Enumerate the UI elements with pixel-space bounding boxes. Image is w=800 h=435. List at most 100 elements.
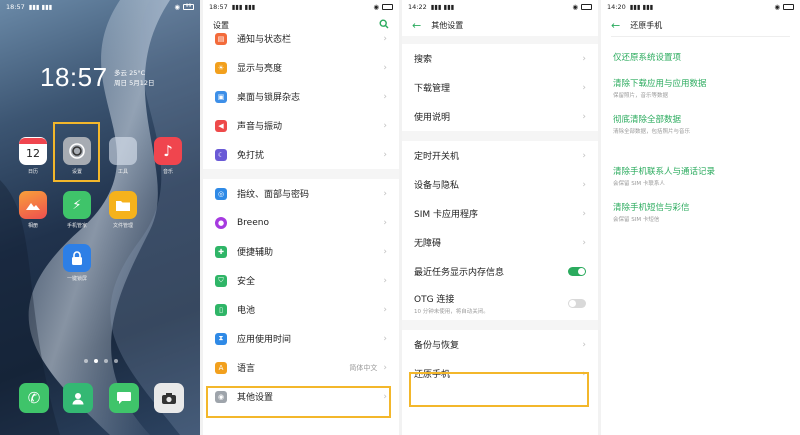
settings-row-sound[interactable]: ◀ 声音与振动 ›	[203, 111, 399, 140]
page-dot	[114, 359, 118, 363]
app-screen-lock[interactable]: 一键锁屏	[62, 244, 92, 282]
row-label: SIM 卡应用程序	[414, 210, 478, 220]
app-calendar[interactable]: 12 日历	[18, 137, 48, 175]
battery-indicator	[581, 4, 592, 10]
chevron-right-icon: ›	[383, 333, 387, 344]
signal-icon: ▮▮▮ ▮▮▮	[231, 3, 256, 11]
dock-phone[interactable]: ✆	[19, 383, 49, 413]
row-label: 最近任务显示内存信息	[414, 268, 505, 278]
page-indicator[interactable]	[84, 359, 118, 363]
row-label: 备份与恢复	[414, 341, 460, 351]
row-sim-apps[interactable]: SIM 卡应用程序 ›	[402, 199, 598, 228]
otg-toggle[interactable]	[568, 298, 586, 308]
app-photos[interactable]: 相册	[18, 191, 48, 229]
row-device-privacy[interactable]: 设备与隐私 ›	[402, 170, 598, 199]
page-dot-active	[94, 359, 98, 363]
section-divider	[402, 320, 598, 330]
app-tools-folder[interactable]: 工具	[108, 137, 138, 175]
row-reset-phone[interactable]: 还原手机 ›	[402, 359, 598, 388]
option-sub: 保留照片，音乐等数据	[613, 93, 669, 99]
wifi-icon: ◉	[774, 3, 780, 11]
status-time: 14:20	[607, 3, 626, 11]
settings-row-other[interactable]: ◉ 其他设置 ›	[203, 382, 399, 411]
settings-row-fingerprint[interactable]: ◎ 指纹、面部与密码 ›	[203, 179, 399, 208]
app-label: 日历	[27, 169, 38, 175]
signal-icon: ▮▮▮ ▮▮▮	[430, 3, 455, 11]
app-phone-manager[interactable]: ⚡ 手机管家	[62, 191, 92, 229]
row-label: 其他设置	[237, 393, 274, 403]
settings-row-breeno[interactable]: ● Breeno ›	[203, 208, 399, 237]
row-label: 电池	[237, 306, 256, 316]
row-scheduled-power[interactable]: 定时开关机 ›	[402, 141, 598, 170]
option-clear-contacts[interactable]: 清除手机联系人与通话记录 会保留 SIM 卡联系人	[601, 165, 800, 187]
option-title: 彻底清除全部数据	[613, 115, 682, 125]
option-sub: 清除全部数据，包括照片与音乐	[613, 129, 691, 135]
option-title: 清除下载应用与应用数据	[613, 79, 707, 89]
row-accessibility[interactable]: 无障碍 ›	[402, 228, 598, 257]
weather-widget[interactable]: 多云 25°C 周日 5月12日	[114, 68, 154, 88]
settings-row-wallpaper[interactable]: ▣ 桌面与锁屏杂志 ›	[203, 82, 399, 111]
status-time: 14:22	[408, 3, 427, 11]
chevron-right-icon: ›	[383, 391, 387, 402]
lock-icon	[63, 244, 91, 272]
chevron-right-icon: ›	[383, 246, 387, 257]
page-title: 还原手机	[630, 20, 663, 30]
dock-messages[interactable]	[109, 383, 139, 413]
settings-row-security[interactable]: ⛉ 安全 ›	[203, 266, 399, 295]
signal-icon: ▮▮▮ ▮▮▮	[28, 3, 53, 11]
clock-widget[interactable]: 18:57	[40, 62, 108, 93]
row-label: OTG 连接	[414, 294, 455, 305]
settings-row-dnd[interactable]: ☾ 免打扰 ›	[203, 140, 399, 169]
wifi-icon: ◉	[572, 3, 578, 11]
settings-row-battery[interactable]: ▯ 电池 ›	[203, 295, 399, 324]
app-label: 工具	[117, 169, 128, 175]
settings-row-language[interactable]: A 语言 简体中文 ›	[203, 353, 399, 382]
row-label: 通知与状态栏	[237, 35, 292, 45]
row-sublabel: 10 分钟未使用，将自动关闭。	[414, 308, 489, 315]
status-bar: 14:22 ▮▮▮ ▮▮▮ ◉	[402, 0, 598, 14]
chevron-right-icon: ›	[582, 237, 586, 248]
chevron-right-icon: ›	[383, 149, 387, 160]
row-backup-restore[interactable]: 备份与恢复 ›	[402, 330, 598, 359]
chevron-right-icon: ›	[582, 339, 586, 350]
option-clear-apps[interactable]: 清除下载应用与应用数据 保留照片，音乐等数据	[601, 77, 800, 99]
dock-camera[interactable]	[154, 383, 184, 413]
recent-tasks-toggle[interactable]	[568, 267, 586, 276]
settings-row-app-usage[interactable]: ⧗ 应用使用时间 ›	[203, 324, 399, 353]
row-search[interactable]: 搜索 ›	[402, 44, 598, 73]
row-label: 使用说明	[414, 113, 451, 123]
app-file-manager[interactable]: 文件管理	[108, 191, 138, 229]
row-label: 指纹、面部与密码	[237, 190, 310, 200]
row-user-guide[interactable]: 使用说明 ›	[402, 102, 598, 131]
settings-list-2: ◎ 指纹、面部与密码 › ● Breeno › ✚ 便捷辅助 › ⛉ 安全 › ▯ 电池 › ⧗ 应用…	[203, 179, 399, 411]
chevron-right-icon: ›	[582, 82, 586, 93]
chevron-right-icon: ›	[383, 33, 387, 44]
chevron-right-icon: ›	[383, 275, 387, 286]
back-arrow-icon[interactable]: ←	[611, 20, 620, 31]
option-reset-settings[interactable]: 仅还原系统设置项	[601, 51, 800, 63]
battery-indicator: 99	[183, 4, 194, 10]
back-arrow-icon[interactable]: ←	[412, 20, 421, 31]
music-icon: ♪	[154, 137, 182, 165]
assist-icon: ✚	[215, 245, 227, 258]
row-download-manager[interactable]: 下载管理 ›	[402, 73, 598, 102]
fingerprint-icon: ◎	[215, 187, 227, 200]
option-clear-messages[interactable]: 清除手机短信与彩信 会保留 SIM 卡短信	[601, 201, 800, 223]
section-divider	[601, 135, 800, 155]
chevron-right-icon: ›	[582, 368, 586, 379]
chevron-right-icon: ›	[582, 111, 586, 122]
dock-contacts[interactable]	[63, 383, 93, 413]
settings-row-assist[interactable]: ✚ 便捷辅助 ›	[203, 237, 399, 266]
photos-icon	[19, 191, 47, 219]
battery-indicator	[382, 4, 393, 10]
option-erase-all[interactable]: 彻底清除全部数据 清除全部数据，包括照片与音乐	[601, 113, 800, 135]
status-time: 18:57	[6, 3, 25, 11]
row-recent-tasks-memory[interactable]: 最近任务显示内存信息	[402, 257, 598, 286]
home-screen: 18:57 ▮▮▮ ▮▮▮ ◉ 99 18:57 多云 25°C 周日 5月12日 …	[0, 0, 200, 435]
settings-row-notifications[interactable]: ▤ 通知与状态栏 ›	[203, 24, 399, 53]
app-music[interactable]: ♪ 音乐	[153, 137, 183, 175]
settings-row-display[interactable]: ☀ 显示与亮度 ›	[203, 53, 399, 82]
row-otg[interactable]: OTG 连接 10 分钟未使用，将自动关闭。	[402, 286, 598, 320]
chevron-right-icon: ›	[383, 217, 387, 228]
wifi-icon: ◉	[174, 3, 180, 11]
